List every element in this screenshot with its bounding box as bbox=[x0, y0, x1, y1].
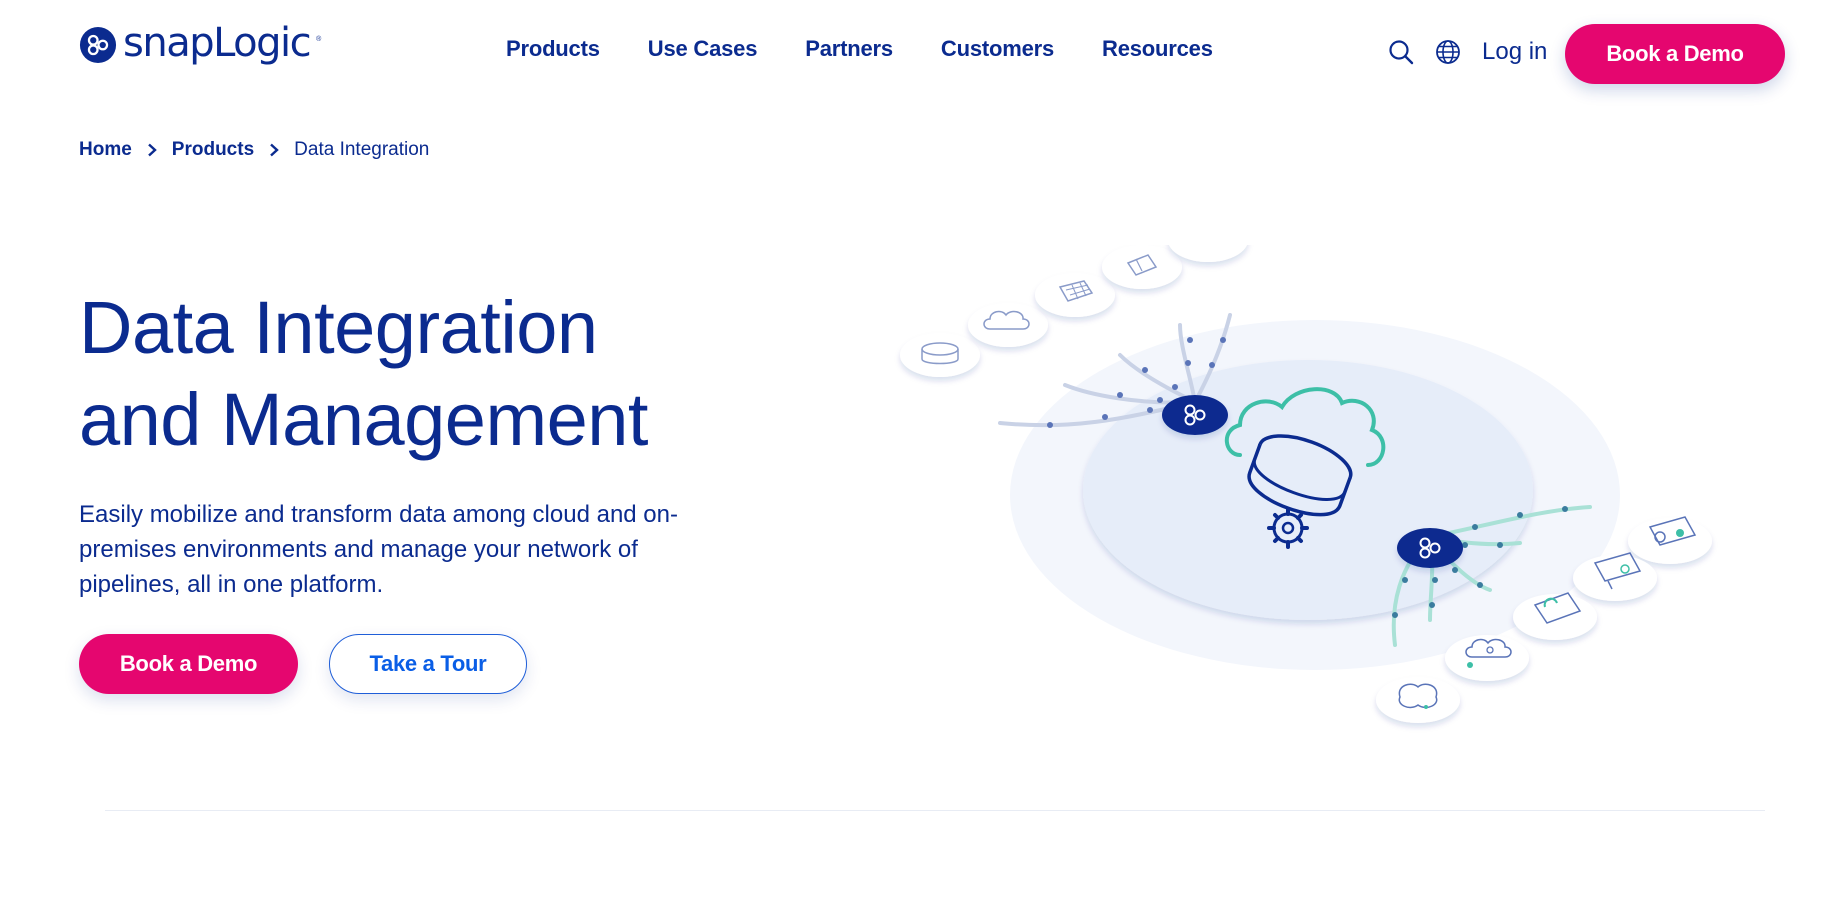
snaplogic-logo[interactable]: snapLogic ® bbox=[79, 20, 322, 66]
take-tour-button[interactable]: Take a Tour bbox=[329, 634, 527, 694]
book-demo-button[interactable]: Book a Demo bbox=[79, 634, 298, 694]
browser-gear-icon bbox=[1169, 245, 1247, 262]
search-icon[interactable] bbox=[1387, 38, 1415, 66]
brain-icon bbox=[1376, 677, 1460, 723]
nav-partners[interactable]: Partners bbox=[805, 36, 893, 62]
hub-node-icon bbox=[1397, 528, 1463, 568]
database-icon bbox=[900, 333, 980, 377]
site-header: snapLogic ® Products Use Cases Partners … bbox=[0, 0, 1832, 105]
browser-gear-icon bbox=[1628, 516, 1712, 564]
cloud-icon bbox=[968, 303, 1048, 347]
breadcrumb-current: Data Integration bbox=[294, 139, 430, 160]
main-nav: Products Use Cases Partners Customers Re… bbox=[506, 36, 1213, 62]
nav-customers[interactable]: Customers bbox=[941, 36, 1054, 62]
gear-icon bbox=[1267, 507, 1309, 549]
section-divider bbox=[105, 810, 1765, 811]
nav-resources[interactable]: Resources bbox=[1102, 36, 1213, 62]
page-title-line-2: and Management bbox=[79, 378, 648, 461]
book-demo-header-button[interactable]: Book a Demo bbox=[1565, 24, 1785, 84]
chevron-right-icon bbox=[270, 143, 279, 157]
document-icon bbox=[1102, 245, 1182, 289]
nav-products[interactable]: Products bbox=[506, 36, 600, 62]
breadcrumb: Home Products Data Integration bbox=[79, 139, 429, 161]
breadcrumb-products[interactable]: Products bbox=[172, 139, 254, 161]
nav-use-cases[interactable]: Use Cases bbox=[648, 36, 758, 62]
data-integration-illustration bbox=[900, 245, 1712, 723]
breadcrumb-home[interactable]: Home bbox=[79, 139, 132, 161]
chevron-right-icon bbox=[147, 143, 157, 157]
login-link[interactable]: Log in bbox=[1482, 38, 1547, 66]
logo-text: snapLogic bbox=[123, 20, 312, 66]
hero-description: Easily mobilize and transform data among… bbox=[79, 501, 678, 598]
logo-mark-icon bbox=[79, 26, 117, 64]
page-title-line-1: Data Integration bbox=[79, 286, 598, 369]
cloud-gear-icon bbox=[1445, 635, 1529, 681]
logo-trademark: ® bbox=[316, 36, 322, 43]
page-title: Data Integration and Management bbox=[79, 282, 759, 466]
hub-node-icon bbox=[1162, 395, 1228, 435]
globe-icon[interactable] bbox=[1434, 38, 1462, 66]
table-icon bbox=[1035, 273, 1115, 317]
